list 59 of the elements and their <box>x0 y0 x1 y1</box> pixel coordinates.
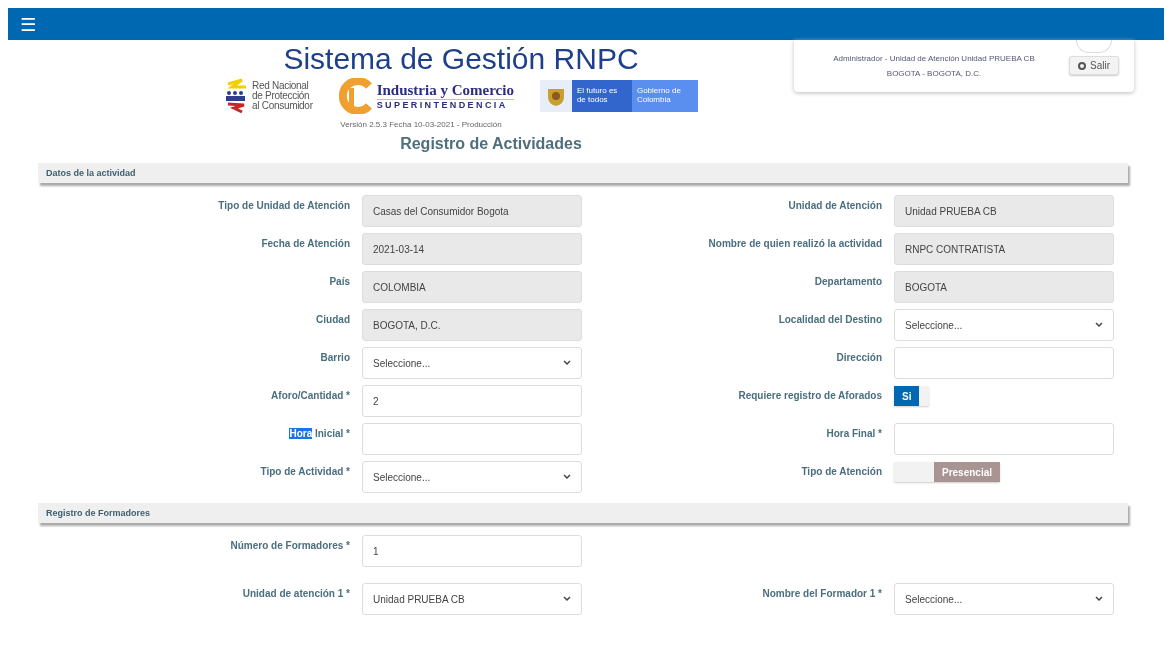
network-logo-text: Red Nacional de Protección al Consumidor <box>252 81 313 111</box>
readonly-field: RNPC CONTRATISTA <box>894 233 1114 265</box>
field-label: Unidad de Atención <box>788 200 882 211</box>
power-icon <box>1078 61 1086 70</box>
field-label: Aforo/Cantidad * <box>271 390 350 401</box>
page-title: Registro de Actividades <box>400 135 582 153</box>
toggle-switch[interactable]: Si <box>894 386 930 406</box>
chevron-down-icon <box>563 596 571 602</box>
field-label: Localidad del Destino <box>778 314 882 325</box>
input-field[interactable]: 1 <box>362 535 582 567</box>
section-header: Registro de Formadores <box>38 503 1128 523</box>
input-field[interactable] <box>894 423 1114 455</box>
user-role: Administrador - Unidad de Atención Unidad PRUEBA CB <box>833 54 1035 63</box>
input-field[interactable]: 2 <box>362 385 582 417</box>
select-field[interactable]: Seleccione... <box>894 309 1114 341</box>
field-label: Hora Inicial * <box>289 428 350 439</box>
field-label: Barrio <box>320 352 350 363</box>
chevron-down-icon <box>1095 596 1103 602</box>
field-label: Ciudad <box>316 314 350 325</box>
chevron-down-icon <box>563 360 571 366</box>
readonly-field: Unidad PRUEBA CB <box>894 195 1114 227</box>
institution-subtitle: SUPERINTENDENCIA <box>376 99 514 110</box>
select-field[interactable]: Seleccione... <box>894 583 1114 615</box>
select-field[interactable]: Seleccione... <box>362 347 582 379</box>
readonly-field: Casas del Consumidor Bogota <box>362 195 582 227</box>
input-field[interactable] <box>362 423 582 455</box>
chevron-down-icon <box>1095 322 1103 328</box>
circle-logo-icon <box>338 78 373 114</box>
version-text: Versión 2.5.3 Fecha 10-03-2021 - Producción <box>340 120 502 129</box>
government-text: Gobierno de Colombia <box>631 80 698 112</box>
field-label: Nombre de quien realizó la actividad <box>708 238 882 249</box>
user-location: BOGOTA - BOGOTA, D.C. <box>886 69 982 78</box>
field-label: Unidad de atención 1 * <box>242 588 350 599</box>
field-label: Departamento <box>814 276 882 287</box>
field-label: Hora Final * <box>826 428 882 439</box>
readonly-field: BOGOTA <box>894 271 1114 303</box>
menu-button[interactable]: ☰ <box>16 13 41 35</box>
field-label: Requiere registro de Aforados <box>738 390 882 401</box>
select-field[interactable]: Seleccione... <box>362 461 582 493</box>
readonly-field: BOGOTA, D.C. <box>362 309 582 341</box>
field-label: Fecha de Atención <box>261 238 350 249</box>
select-field[interactable]: Unidad PRUEBA CB <box>362 583 582 615</box>
people-logo-icon <box>224 78 249 114</box>
slogan-text: El futuro es de todos <box>571 80 632 112</box>
field-label: Tipo de Atención <box>801 466 882 477</box>
chevron-down-icon <box>563 474 571 480</box>
readonly-field: COLOMBIA <box>362 271 582 303</box>
field-label: Tipo de Actividad * <box>260 466 350 477</box>
readonly-field: 2021-03-14 <box>362 233 582 265</box>
logout-button[interactable]: Salir <box>1069 56 1119 75</box>
institution-name: Industria y Comercio <box>376 82 514 99</box>
system-title: Sistema de Gestión RNPC <box>283 42 639 76</box>
field-label: Tipo de Unidad de Atención <box>218 200 350 211</box>
input-field[interactable] <box>894 347 1114 379</box>
field-label: Número de Formadores * <box>230 540 350 551</box>
field-label: País <box>329 276 350 287</box>
field-label: Nombre del Formador 1 * <box>762 588 882 599</box>
field-label: Dirección <box>836 352 882 363</box>
section-header: Datos de la actividad <box>38 163 1128 183</box>
